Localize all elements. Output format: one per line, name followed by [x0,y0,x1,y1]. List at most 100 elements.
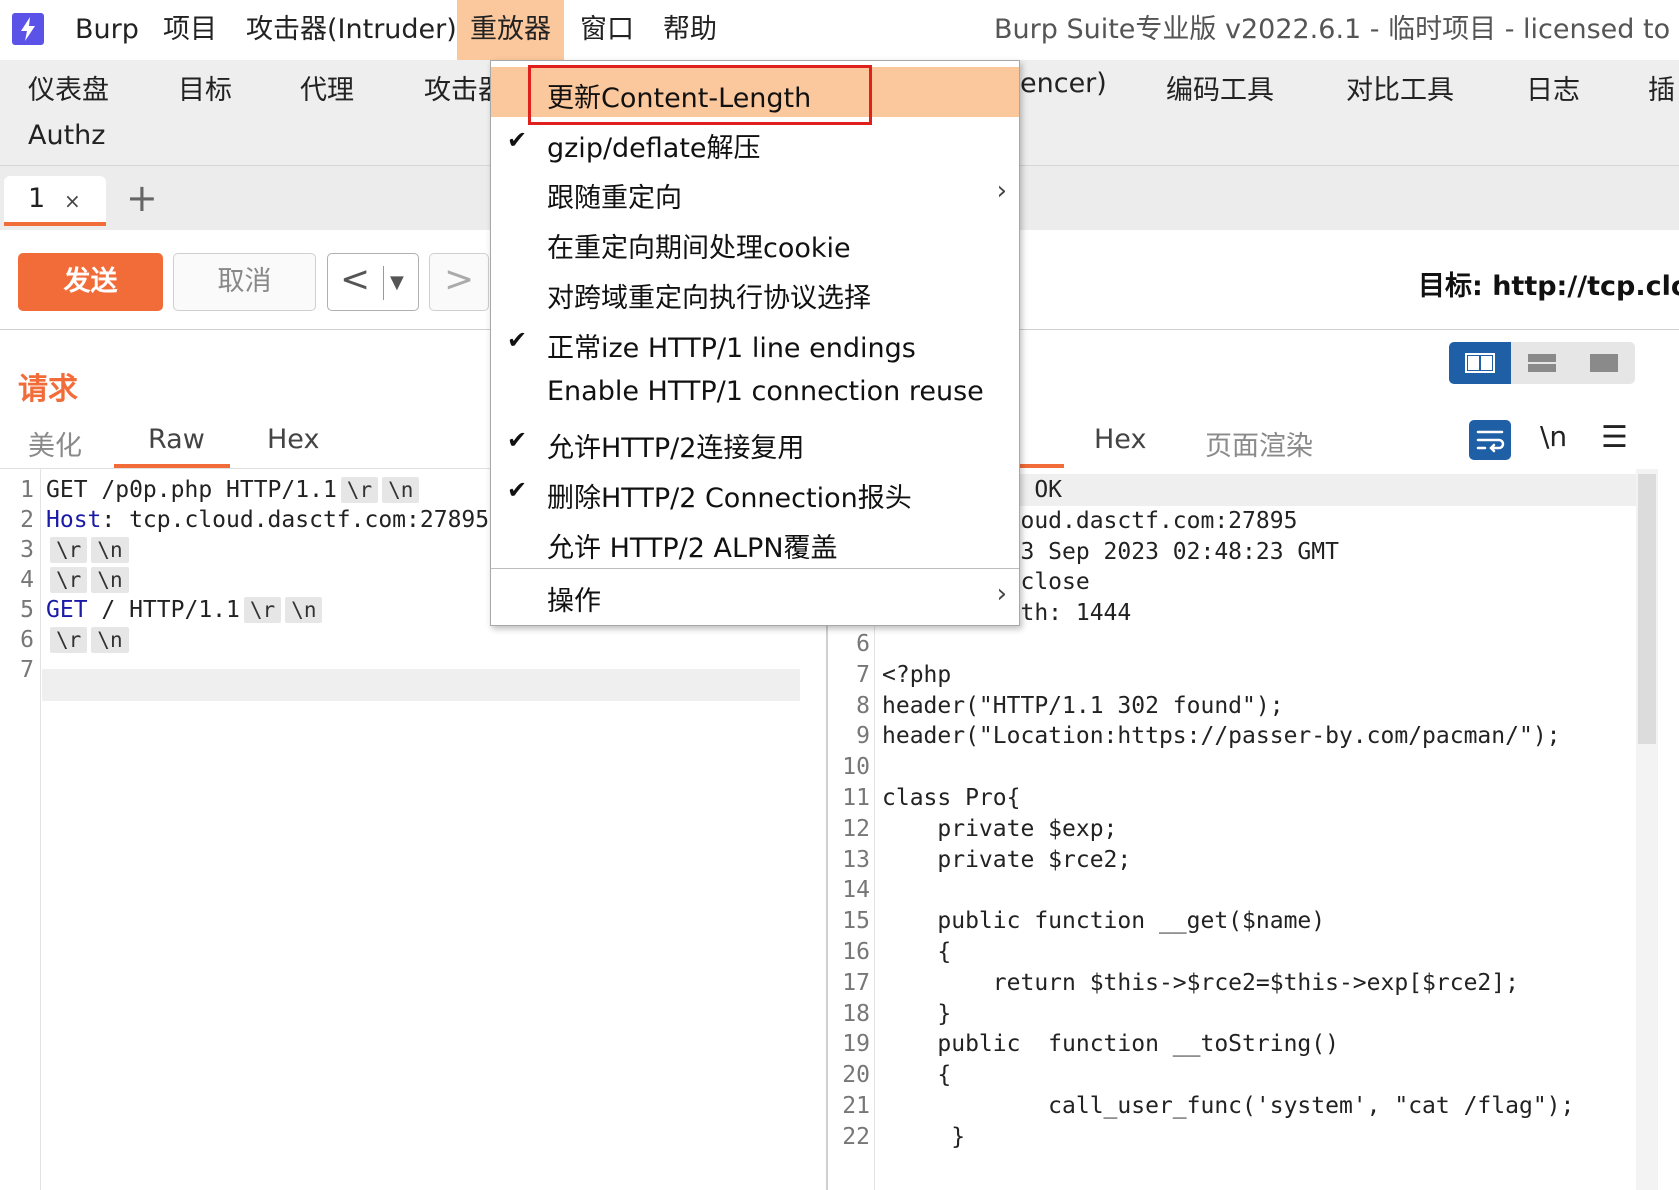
response-line: 14 [836,874,882,906]
menu-item-label: 跟随重定向 [547,183,682,214]
repeater-tab-1[interactable]: 1 × [4,176,106,226]
line-ending-marker: \r [243,597,282,623]
window-title: Burp Suite专业版 v2022.6.1 - 临时项目 - license… [994,14,1671,45]
close-icon[interactable]: × [64,189,81,213]
history-back-button[interactable]: < ▼ [327,253,419,311]
tab-sequencer[interactable]: encer) [1020,68,1107,99]
line-text: public function __toString() [882,1031,1339,1058]
layout-side-by-side-button[interactable] [1449,342,1511,384]
menu-item-label: gzip/deflate解压 [547,133,761,164]
response-line: 16 { [836,936,951,968]
line-number: 10 [842,754,870,781]
show-newlines-icon[interactable]: \n [1540,420,1567,453]
line-number: 9 [856,723,870,750]
history-forward-button[interactable]: > [429,253,489,311]
request-line: 4 \r \n [0,564,129,596]
wrap-lines-icon[interactable] [1469,420,1511,460]
response-line: 15 public function __get($name) [836,905,1325,937]
line-number: 6 [20,627,34,653]
line-text: return $this->$rce2=$this->exp[$rce2]; [882,969,1519,996]
response-line: 8 header("HTTP/1.1 302 found"); [836,690,1283,722]
layout-stacked-button[interactable] [1511,342,1573,384]
line-number: 20 [842,1062,870,1089]
line-ending-marker: \r [50,537,88,563]
send-button[interactable]: 发送 [18,253,163,311]
checkmark-icon: ✔ [507,326,528,354]
chevron-right-icon: › [996,176,1007,206]
menu-item[interactable]: 在重定向期间处理cookie [491,217,1019,267]
response-line: 20 { [836,1059,951,1091]
tab-proxy[interactable]: 代理 [300,68,354,107]
line-text: GET /p0p.php HTTP/1.1 [46,477,337,503]
line-number: 19 [842,1031,870,1058]
menu-window[interactable]: 窗口 [567,0,647,60]
menu-item[interactable]: ✔ 删除HTTP/2 Connection报头 [491,467,1019,517]
line-text: } [882,1000,952,1027]
menu-item[interactable]: 对跨域重定向执行协议选择 [491,267,1019,317]
line-text: call_user_func('system', "cat /flag"); [882,1093,1575,1119]
target-url[interactable]: 目标: http://tcp.clo [1418,264,1679,303]
menu-burp[interactable]: Burp [62,0,152,60]
tab-dashboard[interactable]: 仪表盘 [28,68,109,107]
rows-icon [1528,354,1556,372]
menu-help[interactable]: 帮助 [650,0,730,60]
line-text: } [882,1123,966,1150]
menu-item-label: 允许HTTP/2连接复用 [547,433,805,464]
tab-decoder[interactable]: 编码工具 [1166,68,1274,107]
tab-authz[interactable]: Authz [28,120,105,151]
tab-extensions[interactable]: 插 [1648,68,1675,107]
menu-item-label: 删除HTTP/2 Connection报头 [547,483,912,514]
request-line: 3 \r \n [0,534,129,566]
hamburger-menu-icon[interactable]: ☰ [1601,420,1628,455]
response-line: 9 header("Location:https://passer-by.com/… [836,720,1560,752]
response-line: 13 private $rce2; [836,844,1131,876]
line-number: 16 [842,939,870,965]
line-number: 14 [842,877,870,904]
chevron-right-icon: > [444,259,475,300]
menu-item[interactable]: ✔ 允许HTTP/2连接复用 [491,417,1019,467]
add-tab-icon[interactable]: + [126,178,158,218]
line-number: 17 [842,969,870,996]
response-line: 10 [836,751,882,783]
menu-repeater[interactable]: 重放器 [457,0,564,60]
line-text: { [882,1062,952,1089]
response-line: 21 call_user_func('system', "cat /flag")… [836,1090,1574,1122]
menu-item[interactable]: 允许 HTTP/2 ALPN覆盖 [491,517,1019,567]
menu-item[interactable]: ✔ 正常ize HTTP/1 line endings [491,317,1019,367]
menu-item-label: Enable HTTP/1 connection reuse [547,376,984,407]
repeater-tab-label: 1 [28,183,46,214]
menu-intruder[interactable]: 攻击器(Intruder) [233,0,470,60]
menu-item[interactable]: 跟随重定向 › [491,167,1019,217]
current-line-highlight [42,669,800,701]
divider [383,266,384,300]
line-number: 5 [20,597,34,623]
tab-response-render[interactable]: 页面渲染 [1205,424,1313,463]
tab-target[interactable]: 目标 [178,68,232,107]
tab-comparer[interactable]: 对比工具 [1346,68,1454,107]
cancel-button[interactable]: 取消 [173,253,316,311]
tab-response-hex[interactable]: Hex [1094,424,1146,455]
request-line: 2 Host: tcp.cloud.dasctf.com:27895 [0,504,489,536]
tab-logger[interactable]: 日志 [1526,68,1580,107]
menu-separator [491,568,1019,569]
line-ending-marker: \n [91,627,129,653]
line-number: 2 [20,507,34,533]
menu-item[interactable]: Enable HTTP/1 connection reuse [491,367,1019,417]
request-line: 7 [0,654,46,686]
tab-raw[interactable]: Raw [148,424,205,455]
line-number: 6 [856,631,870,657]
request-line: 1 GET /p0p.php HTTP/1.1 \r \n [0,474,420,506]
response-line: 6 [836,628,882,660]
menu-project[interactable]: 项目 [150,0,230,60]
scrollbar-thumb[interactable] [1638,474,1656,744]
dropdown-arrow-icon[interactable]: ▼ [390,272,404,293]
response-line: 17 return $this->$rce2=$this->exp[$rce2]… [836,967,1519,999]
line-number: 3 [20,537,34,563]
tab-pretty[interactable]: 美化 [28,424,82,463]
menu-item[interactable]: 操作 › [491,570,1019,620]
checkmark-icon: ✔ [507,476,528,504]
line-number: 21 [842,1093,870,1119]
line-ending-marker: \n [285,597,323,623]
tab-hex[interactable]: Hex [267,424,319,455]
layout-tabs-button[interactable] [1573,342,1635,384]
